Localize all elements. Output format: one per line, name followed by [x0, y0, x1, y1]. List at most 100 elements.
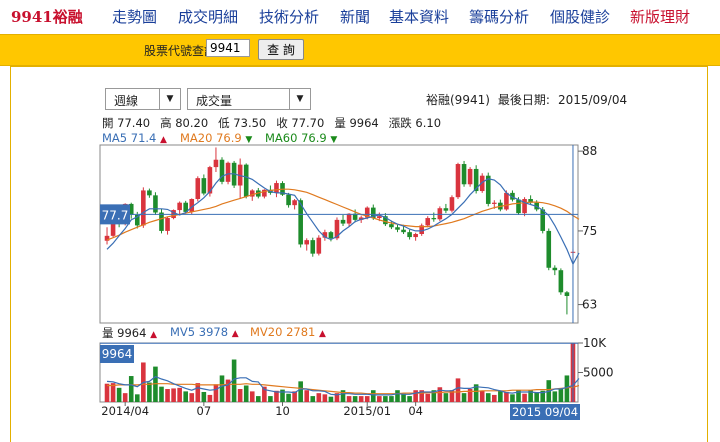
candle-body [425, 218, 431, 226]
candle-body [516, 199, 521, 214]
price-tick-label: 63 [582, 298, 597, 312]
volume-bar [455, 378, 461, 402]
volume-bar [395, 390, 400, 402]
volume-bar [237, 389, 243, 402]
x-tick-label: 04 [408, 404, 423, 418]
volume-bar [485, 393, 491, 402]
volume-bar [522, 393, 527, 402]
volume-tick-label: 10K [583, 336, 607, 350]
candle-body [153, 195, 158, 213]
candle-body [504, 192, 509, 210]
volume-bar [479, 390, 485, 402]
volume-bar [171, 388, 176, 402]
volume-bar [413, 390, 418, 402]
volume-bar [534, 392, 539, 402]
volume-bar [358, 396, 364, 402]
candle-body [552, 267, 558, 271]
candle-body [177, 202, 182, 211]
volume-bar [510, 394, 515, 402]
stock-chart: 88 75 63 10K 5000 2014/04 07 10 2015/01 04 77.7 996… [99, 144, 614, 420]
volume-bar [256, 396, 261, 402]
candle-body [165, 218, 170, 231]
candle-body [443, 208, 449, 211]
candle-body [328, 232, 334, 239]
candle-body [401, 229, 406, 233]
volume-bar [298, 381, 303, 402]
candle-body [431, 218, 437, 220]
volume-bar [322, 394, 328, 402]
volume-bar [443, 393, 449, 402]
volume-bar [165, 389, 170, 402]
volume-bar [352, 396, 358, 402]
volume-bar [370, 390, 376, 402]
candle-body [377, 216, 382, 219]
candle-body [340, 219, 346, 224]
candle-body [413, 234, 418, 238]
candle-body [316, 237, 322, 254]
volume-bar [122, 393, 128, 402]
volume-bar [286, 393, 291, 402]
volume-bar [310, 396, 316, 402]
candle-body [195, 178, 201, 200]
candle-body [449, 197, 455, 211]
candle-body [346, 213, 352, 224]
volume-bar [243, 385, 249, 402]
volume-bar [492, 394, 497, 402]
volume-bar [498, 390, 503, 402]
candle-body [564, 292, 570, 296]
candle-body [225, 162, 231, 182]
candle-body [159, 212, 164, 231]
volume-bar [249, 391, 255, 402]
candle-body [558, 270, 564, 293]
candle-body [492, 202, 497, 204]
candle-body [201, 178, 207, 194]
candle-body [522, 199, 527, 214]
volume-bar [268, 396, 273, 402]
volume-bar [116, 387, 122, 402]
volume-tick-label: 5000 [583, 366, 614, 380]
volume-bar [304, 390, 310, 402]
volume-bar [207, 394, 213, 402]
candle-body [304, 240, 310, 245]
candle-body [546, 230, 552, 268]
volume-bar [177, 387, 182, 402]
volume-bar [328, 396, 334, 402]
candle-body [310, 240, 316, 254]
volume-bar [437, 387, 443, 402]
volume-bar [183, 391, 188, 402]
volume-bar [201, 391, 207, 402]
volume-bar [128, 376, 134, 402]
volume-bar [425, 393, 431, 402]
volume-bar [552, 391, 558, 402]
volume-bar [189, 393, 195, 402]
crosshair-date-label: 2015 09/04 [512, 405, 578, 419]
candle-body [461, 164, 467, 185]
candle-body [141, 190, 146, 226]
x-tick-label: 07 [197, 404, 212, 418]
volume-bar [364, 396, 370, 402]
candle-body [407, 232, 412, 238]
volume-bar [104, 383, 110, 402]
volume-bar [316, 393, 322, 402]
candle-body [389, 224, 394, 228]
price-tick-label: 75 [582, 224, 597, 238]
volume-bar [564, 375, 570, 402]
candle-body [455, 164, 461, 198]
volume-bar [195, 383, 201, 402]
volume-bar [346, 396, 352, 402]
candle-body [437, 208, 443, 220]
candle-body [213, 159, 219, 168]
x-tick-label: 10 [275, 404, 290, 418]
candle-body [243, 164, 249, 197]
volume-bar [401, 393, 406, 402]
volume-bar [219, 375, 225, 402]
candle-body [395, 227, 400, 230]
candle-body [286, 194, 291, 206]
volume-bar [383, 396, 388, 402]
volume-bar [558, 389, 564, 402]
volume-bar [147, 382, 152, 402]
candle-body [274, 183, 279, 193]
price-tick-label: 88 [582, 144, 597, 158]
candle-body [467, 168, 473, 185]
volume-bar [159, 386, 164, 402]
